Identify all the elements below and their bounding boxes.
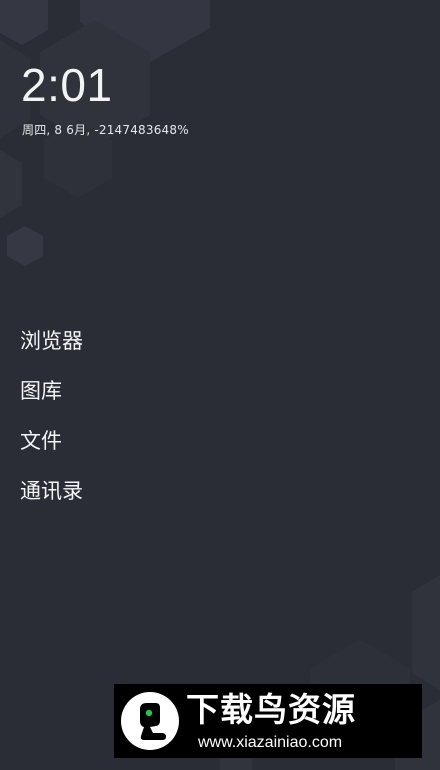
shortcut-files[interactable]: 文件 [20, 422, 220, 472]
lockscreen-date: 周四, 8 6月, -2147483648% [22, 123, 189, 137]
watermark-url: www.xiazainiao.com [198, 734, 343, 751]
bird-logo-icon [121, 692, 179, 750]
shortcut-browser[interactable]: 浏览器 [20, 322, 220, 372]
app-shortcut-list: 浏览器 图库 文件 通讯录 [20, 322, 220, 522]
watermark-title: 下载鸟资源 [186, 690, 356, 729]
shortcut-contacts[interactable]: 通讯录 [20, 472, 220, 522]
lockscreen-clock: 2:01 [21, 59, 113, 111]
watermark-banner: 下载鸟资源 www.xiazainiao.com [114, 684, 422, 758]
shortcut-gallery[interactable]: 图库 [20, 372, 220, 422]
